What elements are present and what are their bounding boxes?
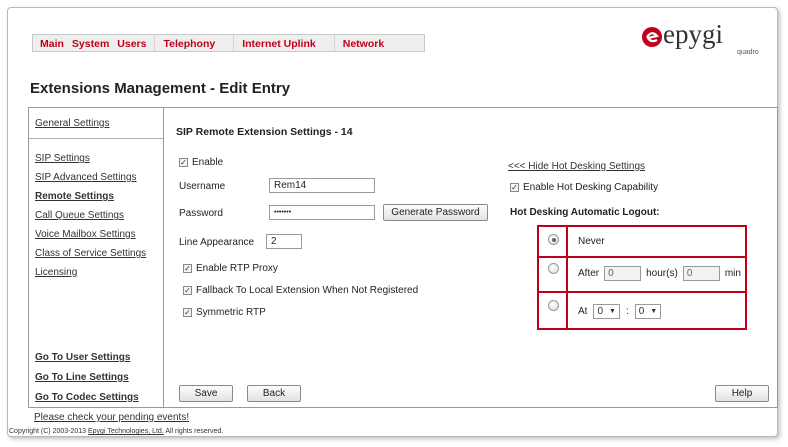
username-label: Username — [179, 181, 226, 192]
chevron-down-icon: ▼ — [609, 308, 616, 315]
sidebar: General Settings SIP Settings SIP Advanc… — [29, 108, 164, 407]
options-row-divider — [537, 256, 747, 258]
at-label: At — [578, 306, 588, 317]
help-button[interactable]: Help — [715, 385, 769, 402]
generate-password-button[interactable]: Generate Password — [383, 204, 488, 221]
never-label: Never — [578, 236, 605, 247]
symmetric-rtp-checkbox[interactable]: ✓ Symmetric RTP — [183, 307, 266, 318]
radio-after-cell — [540, 263, 566, 274]
sidebar-item-call-queue-settings[interactable]: Call Queue Settings — [35, 210, 124, 221]
sidebar-divider — [29, 138, 163, 139]
save-button[interactable]: Save — [179, 385, 233, 402]
fallback-label: Fallback To Local Extension When Not Reg… — [196, 285, 419, 296]
at-minute-select[interactable]: 0 ▼ — [634, 304, 662, 319]
after-label: After — [578, 268, 600, 279]
sidebar-item-class-of-service-settings[interactable]: Class of Service Settings — [35, 248, 146, 259]
page-title: Extensions Management - Edit Entry — [30, 80, 291, 97]
sidebar-item-general-settings[interactable]: General Settings — [35, 118, 110, 129]
line-appearance-input[interactable]: 2 — [266, 234, 302, 249]
at-hour-value: 0 — [597, 306, 604, 317]
check-icon: ✓ — [183, 264, 192, 273]
check-icon: ✓ — [183, 308, 192, 317]
go-to-line-settings-link[interactable]: Go To Line Settings — [35, 372, 129, 383]
at-option: At 0 ▼ : 0 ▼ — [578, 304, 662, 319]
menu-system[interactable]: System — [68, 35, 113, 51]
chevron-down-icon: ▼ — [650, 308, 658, 315]
menu-main[interactable]: Main — [33, 35, 68, 51]
go-to-codec-settings-link[interactable]: Go To Codec Settings — [35, 392, 139, 403]
radio-at-cell — [540, 300, 566, 311]
epygi-logo: epygi quadro — [641, 19, 771, 57]
never-radio[interactable] — [547, 234, 559, 245]
at-minute-value: 0 — [638, 306, 645, 317]
enable-rtp-proxy-label: Enable RTP Proxy — [196, 263, 278, 274]
password-input[interactable]: ••••••• — [269, 205, 375, 220]
minutes-input[interactable]: 0 — [682, 266, 720, 281]
options-column-divider — [566, 225, 568, 330]
radio-never-cell — [540, 234, 566, 245]
never-option: Never — [578, 236, 605, 247]
sidebar-item-remote-settings[interactable]: Remote Settings — [35, 191, 114, 202]
back-button[interactable]: Back — [247, 385, 301, 402]
copyright-suffix: All rights reserved. — [163, 428, 224, 435]
hours-input[interactable]: 0 — [604, 266, 642, 281]
at-hour-select[interactable]: 0 ▼ — [593, 304, 620, 319]
enable-checkbox[interactable]: ✓ Enable — [179, 157, 223, 168]
enable-rtp-proxy-checkbox[interactable]: ✓ Enable RTP Proxy — [183, 263, 278, 274]
menu-network[interactable]: Network — [335, 35, 424, 51]
fallback-checkbox[interactable]: ✓ Fallback To Local Extension When Not R… — [183, 285, 418, 296]
copyright: Copyright (C) 2003-2013 Epygi Technologi… — [9, 428, 223, 435]
check-icon: ✓ — [183, 286, 192, 295]
section-title: SIP Remote Extension Settings - 14 — [176, 126, 353, 138]
company-link[interactable]: Epygi Technologies, Ltd. — [88, 428, 164, 435]
sidebar-item-sip-advanced-settings[interactable]: SIP Advanced Settings — [35, 172, 137, 183]
sidebar-item-voice-mailbox-settings[interactable]: Voice Mailbox Settings — [35, 229, 136, 240]
copyright-prefix: Copyright (C) 2003-2013 — [9, 428, 88, 435]
menu-users[interactable]: Users — [113, 35, 156, 51]
check-icon: ✓ — [510, 183, 519, 192]
sidebar-item-licensing[interactable]: Licensing — [35, 267, 77, 278]
logo-subtext: quadro — [737, 49, 759, 56]
options-row-divider — [537, 291, 747, 293]
at-radio[interactable] — [547, 300, 559, 311]
username-input[interactable]: Rem14 — [269, 178, 375, 193]
logo-text: epygi — [663, 19, 723, 49]
pending-events-link[interactable]: Please check your pending events! — [34, 412, 189, 423]
after-radio[interactable] — [547, 263, 559, 274]
enable-hot-desking-checkbox[interactable]: ✓ Enable Hot Desking Capability — [510, 182, 658, 193]
enable-hot-desking-label: Enable Hot Desking Capability — [523, 182, 659, 193]
minutes-unit-label: min — [724, 268, 741, 279]
sidebar-item-sip-settings[interactable]: SIP Settings — [35, 153, 90, 164]
after-option: After 0 hour(s) 0 min — [578, 266, 741, 281]
top-menu: Main System Users Telephony Internet Upl… — [32, 34, 426, 52]
check-icon: ✓ — [179, 158, 188, 167]
go-to-user-settings-link[interactable]: Go To User Settings — [35, 352, 130, 363]
hours-unit-label: hour(s) — [646, 268, 678, 279]
hide-hot-desking-link[interactable]: <<< Hide Hot Desking Settings — [508, 161, 645, 172]
menu-internet-uplink[interactable]: Internet Uplink — [234, 35, 335, 51]
password-label: Password — [179, 208, 223, 219]
menu-telephony[interactable]: Telephony — [155, 35, 235, 51]
symmetric-rtp-label: Symmetric RTP — [196, 307, 266, 318]
hot-desking-logout-title: Hot Desking Automatic Logout: — [510, 207, 660, 218]
logo-mark-icon — [642, 27, 662, 47]
enable-label: Enable — [192, 157, 224, 168]
line-appearance-label: Line Appearance — [179, 237, 255, 248]
time-separator: : — [625, 306, 629, 317]
